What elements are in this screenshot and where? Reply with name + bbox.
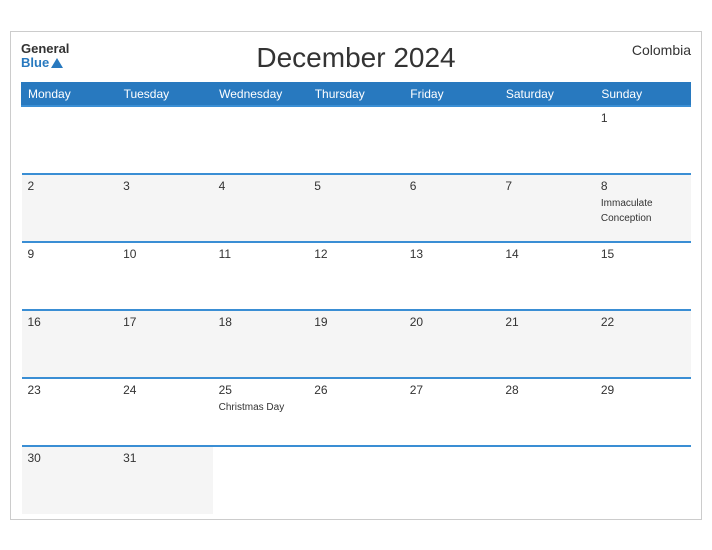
day-number: 17 (123, 315, 207, 329)
calendar-row-2: 2345678 Immaculate Conception (22, 174, 691, 242)
calendar-cell: 11 (213, 242, 309, 310)
calendar-cell: 3 (117, 174, 213, 242)
logo-general-text: General (21, 42, 69, 56)
weekday-header-thursday: Thursday (308, 82, 404, 106)
calendar-cell: 1 (595, 106, 691, 174)
day-number: 28 (505, 383, 589, 397)
day-number: 13 (410, 247, 494, 261)
calendar-cell: 17 (117, 310, 213, 378)
weekday-header-sunday: Sunday (595, 82, 691, 106)
calendar-row-1: 1 (22, 106, 691, 174)
day-number: 14 (505, 247, 589, 261)
weekday-header-saturday: Saturday (499, 82, 595, 106)
day-number: 16 (28, 315, 112, 329)
calendar-cell: 15 (595, 242, 691, 310)
calendar-cell: 14 (499, 242, 595, 310)
calendar-cell (499, 106, 595, 174)
calendar-cell (595, 446, 691, 514)
calendar-cell (213, 446, 309, 514)
day-number: 20 (410, 315, 494, 329)
day-number: 6 (410, 179, 494, 193)
day-number: 15 (601, 247, 685, 261)
calendar-cell: 5 (308, 174, 404, 242)
weekday-header-tuesday: Tuesday (117, 82, 213, 106)
calendar-cell: 21 (499, 310, 595, 378)
calendar-cell: 25 Christmas Day (213, 378, 309, 446)
calendar-cell: 2 (22, 174, 118, 242)
calendar-cell (308, 106, 404, 174)
calendar-cell: 31 (117, 446, 213, 514)
calendar-cell: 16 (22, 310, 118, 378)
weekday-header-row: MondayTuesdayWednesdayThursdayFridaySatu… (22, 82, 691, 106)
day-number: 21 (505, 315, 589, 329)
day-number: 31 (123, 451, 207, 465)
calendar-cell: 9 (22, 242, 118, 310)
day-number: 30 (28, 451, 112, 465)
calendar-cell: 24 (117, 378, 213, 446)
calendar-table: MondayTuesdayWednesdayThursdayFridaySatu… (21, 82, 691, 514)
calendar-cell: 10 (117, 242, 213, 310)
calendar-cell: 26 (308, 378, 404, 446)
day-number: 4 (219, 179, 303, 193)
calendar-row-6: 30 31 (22, 446, 691, 514)
country-label: Colombia (632, 42, 691, 58)
calendar-cell: 19 (308, 310, 404, 378)
calendar-cell (117, 106, 213, 174)
day-number: 8 (601, 179, 685, 193)
day-number: 18 (219, 315, 303, 329)
calendar-cell: 4 (213, 174, 309, 242)
event-text: Christmas Day (219, 402, 285, 413)
calendar-cell: 22 (595, 310, 691, 378)
day-number: 27 (410, 383, 494, 397)
calendar-row-3: 9 10 11 12 13 14 15 (22, 242, 691, 310)
day-number: 3 (123, 179, 207, 193)
calendar-row-4: 16 17 18 19 20 21 22 (22, 310, 691, 378)
logo: General Blue (21, 42, 69, 71)
calendar-header: General Blue December 2024 Colombia (21, 42, 691, 74)
day-number: 24 (123, 383, 207, 397)
day-number: 25 (219, 383, 303, 397)
calendar-cell (213, 106, 309, 174)
weekday-header-wednesday: Wednesday (213, 82, 309, 106)
calendar-cell: 12 (308, 242, 404, 310)
day-number: 26 (314, 383, 398, 397)
calendar-cell: 13 (404, 242, 500, 310)
calendar-cell: 30 (22, 446, 118, 514)
calendar-cell: 20 (404, 310, 500, 378)
calendar-cell: 23 (22, 378, 118, 446)
calendar-cell: 7 (499, 174, 595, 242)
calendar-cell (404, 446, 500, 514)
calendar-container: General Blue December 2024 Colombia Mond… (10, 31, 702, 520)
calendar-cell: 6 (404, 174, 500, 242)
day-number: 5 (314, 179, 398, 193)
logo-blue-text: Blue (21, 56, 49, 70)
day-number: 10 (123, 247, 207, 261)
event-text: Immaculate Conception (601, 198, 653, 224)
calendar-cell (308, 446, 404, 514)
day-number: 9 (28, 247, 112, 261)
weekday-header-friday: Friday (404, 82, 500, 106)
calendar-cell (22, 106, 118, 174)
day-number: 19 (314, 315, 398, 329)
calendar-cell: 27 (404, 378, 500, 446)
calendar-row-5: 23 24 25 Christmas Day 26 27 28 29 (22, 378, 691, 446)
day-number: 29 (601, 383, 685, 397)
logo-triangle-icon (51, 58, 63, 68)
calendar-cell (404, 106, 500, 174)
day-number: 23 (28, 383, 112, 397)
calendar-cell: 18 (213, 310, 309, 378)
day-number: 12 (314, 247, 398, 261)
day-number: 22 (601, 315, 685, 329)
calendar-cell (499, 446, 595, 514)
calendar-title: December 2024 (256, 42, 455, 74)
day-number: 11 (219, 247, 303, 261)
day-number: 1 (601, 111, 685, 125)
day-number: 7 (505, 179, 589, 193)
calendar-cell: 8 Immaculate Conception (595, 174, 691, 242)
day-number: 2 (28, 179, 112, 193)
calendar-cell: 29 (595, 378, 691, 446)
calendar-cell: 28 (499, 378, 595, 446)
weekday-header-monday: Monday (22, 82, 118, 106)
